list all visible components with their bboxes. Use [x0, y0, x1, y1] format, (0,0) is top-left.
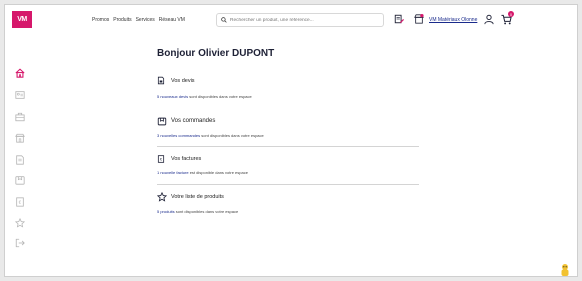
section-title: Vos factures — [171, 156, 202, 162]
sidebar-item-home[interactable] — [15, 68, 25, 78]
section-divider — [157, 146, 419, 147]
section-description: 1 nouvelle facture est disponible dans v… — [157, 170, 248, 175]
section-link[interactable]: 1 nouvelle facture — [157, 170, 189, 175]
search-icon — [221, 17, 227, 23]
help-assistant-icon[interactable] — [559, 263, 571, 277]
user-icon[interactable] — [484, 14, 494, 25]
section-divider — [157, 184, 419, 185]
top-header: VM Promos Produits Services Réseau VM VM — [5, 5, 577, 35]
section-description: 3 nouvelles commandes sont disponibles d… — [157, 133, 264, 138]
section-description: 5 produits sont disponibles dans votre e… — [157, 209, 238, 214]
invoice-icon: € — [157, 155, 165, 163]
section-text: sont disponibles dans votre espace — [188, 94, 252, 99]
sidebar-item-store[interactable] — [15, 133, 25, 143]
page-title: Bonjour Olivier DUPONT — [157, 48, 275, 59]
section-title: Vos devis — [171, 78, 195, 84]
section-text: sont disponibles dans votre espace — [174, 209, 239, 214]
logo-text: VM — [17, 16, 27, 23]
section-link[interactable]: 5 produits — [157, 209, 175, 214]
svg-text:€: € — [19, 200, 22, 205]
search-bar[interactable] — [216, 13, 384, 27]
sidebar-item-product-list[interactable] — [15, 218, 25, 228]
sidebar-item-quotes[interactable] — [15, 155, 25, 165]
quote-document-icon — [157, 76, 165, 85]
section-link[interactable]: 5 nouveaux devis — [157, 94, 188, 99]
cart-badge-count: 0 — [509, 11, 513, 17]
sidebar-item-orders[interactable] — [15, 175, 25, 185]
sidebar-item-profile[interactable] — [15, 90, 25, 100]
section-link[interactable]: 3 nouvelles commandes — [157, 133, 200, 138]
nav-item-reseau[interactable]: Réseau VM — [159, 17, 185, 23]
store-link[interactable]: VM Matériaux Olonne — [429, 17, 477, 23]
store-icon[interactable] — [414, 14, 424, 24]
sidebar-item-logout[interactable] — [15, 238, 25, 248]
box-icon — [157, 117, 167, 126]
svg-text:€: € — [160, 158, 162, 162]
sidebar-item-briefcase[interactable] — [15, 112, 25, 122]
section-title: Vos commandes — [171, 118, 216, 124]
nav-item-services[interactable]: Services — [136, 17, 155, 23]
search-input[interactable] — [230, 17, 370, 23]
sidebar-item-invoices[interactable]: € — [15, 197, 25, 207]
section-text: sont disponibles dans votre espace — [200, 133, 264, 138]
quote-edit-icon[interactable] — [394, 14, 404, 24]
cart-badge: 0 — [508, 11, 514, 17]
section-title: Votre liste de produits — [171, 194, 224, 200]
brand-logo[interactable]: VM — [12, 11, 32, 28]
main-nav: Promos Produits Services Réseau VM — [92, 17, 185, 23]
section-description: 5 nouveaux devis sont disponibles dans v… — [157, 94, 252, 99]
section-text: est disponible dans votre espace — [188, 170, 248, 175]
nav-item-produits[interactable]: Produits — [113, 17, 131, 23]
star-icon — [157, 192, 167, 202]
nav-item-promos[interactable]: Promos — [92, 17, 109, 23]
page-frame: VM Promos Produits Services Réseau VM VM — [4, 4, 578, 277]
